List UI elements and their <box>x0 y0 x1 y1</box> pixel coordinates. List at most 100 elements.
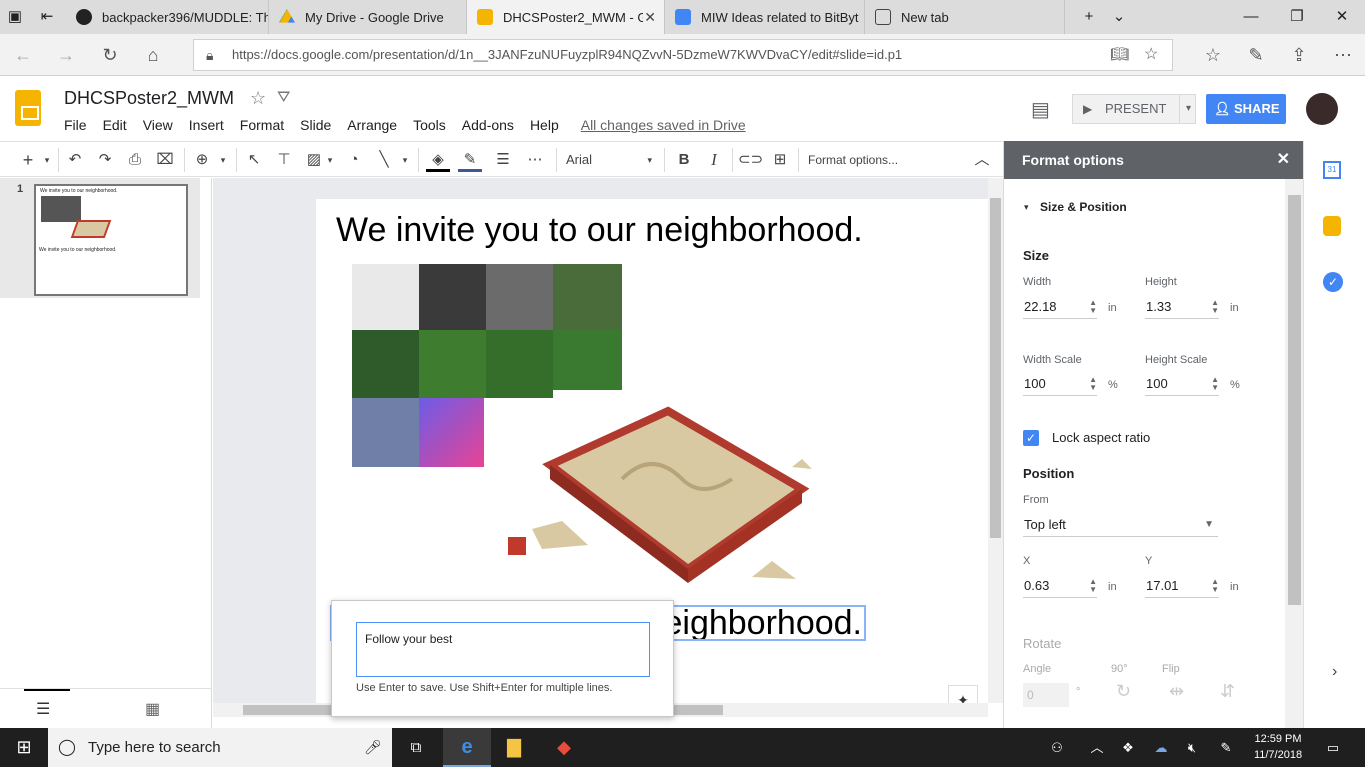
canvas-vertical-scrollbar[interactable] <box>988 178 1003 703</box>
favorites-icon[interactable]: ☆ <box>1200 42 1226 68</box>
collapse-toolbar-chevron-icon[interactable]: ︿ <box>970 148 994 172</box>
explore-icon[interactable]: ✦ <box>948 685 978 703</box>
tab-list-chevron-icon[interactable]: ⌄ <box>1096 0 1142 34</box>
height-scale-stepper-icon[interactable]: ▲ ▼ <box>1211 376 1219 392</box>
width-field[interactable]: 22.18 ▲ ▼ <box>1023 295 1097 319</box>
refresh-icon[interactable]: ↻ <box>97 42 123 68</box>
back-icon[interactable]: ← <box>10 42 36 68</box>
share-browser-icon[interactable]: ⇪ <box>1286 42 1312 68</box>
menu-help[interactable]: Help <box>530 116 575 134</box>
height-field[interactable]: 1.33 ▲ ▼ <box>1145 295 1219 319</box>
flip-horizontal-icon[interactable]: ⇹ <box>1169 681 1184 702</box>
volume-icon[interactable]: 🔇︎ <box>1182 728 1202 767</box>
text-box-icon[interactable]: ⊤ <box>272 148 296 172</box>
tab-actions-icon[interactable]: ▣ <box>0 0 30 34</box>
new-slide-layout-dropdown-icon[interactable]: ▾ <box>40 148 54 172</box>
x-field[interactable]: 0.63 ▲ ▼ <box>1023 574 1097 598</box>
tab-github[interactable]: backpacker396/MUDDLE: Th <box>66 0 269 34</box>
slide-thumbnail[interactable]: We invite you to our neighborhood. We in… <box>34 184 188 296</box>
sandbox-image[interactable] <box>502 399 818 587</box>
border-color-icon[interactable]: ✎ <box>458 148 482 172</box>
angle-field[interactable]: 0 <box>1023 683 1069 707</box>
show-hidden-icons-icon[interactable]: ︿ <box>1087 728 1107 767</box>
comments-icon[interactable]: ▤ <box>1031 97 1050 122</box>
home-icon[interactable]: ⌂ <box>140 42 166 68</box>
close-window-icon[interactable]: ✕ <box>1319 0 1365 34</box>
menu-tools[interactable]: Tools <box>413 116 462 134</box>
menu-arrange[interactable]: Arrange <box>347 116 413 134</box>
close-panel-icon[interactable]: ✕ <box>1277 141 1290 179</box>
line-icon[interactable]: ╲ <box>372 148 396 172</box>
present-dropdown-icon[interactable]: ▾ <box>1179 95 1191 123</box>
expand-side-panel-icon[interactable]: › <box>1332 663 1337 681</box>
minimize-icon[interactable]: — <box>1228 0 1274 34</box>
move-to-drive-icon[interactable]: ⛛ <box>277 89 290 107</box>
height-stepper-icon[interactable]: ▲ ▼ <box>1211 299 1219 315</box>
shape-icon[interactable]: ◔ <box>342 148 366 172</box>
menu-view[interactable]: View <box>143 116 189 134</box>
section-collapse-icon[interactable]: ▾ <box>1024 202 1029 213</box>
rotate-90-icon[interactable]: ↻ <box>1116 681 1131 702</box>
redo-icon[interactable]: ↷ <box>93 148 117 172</box>
tab-drive[interactable]: My Drive - Google Drive <box>269 0 467 34</box>
windows-start-icon[interactable]: ⊞ <box>10 728 38 767</box>
tab-newtab[interactable]: New tab <box>865 0 1065 34</box>
reading-view-icon[interactable]: 📖︎ <box>1110 40 1129 70</box>
favorite-star-icon[interactable]: ☆ <box>1144 40 1158 70</box>
taskbar-search[interactable]: ◯ Type here to search 🎤︎ <box>48 728 392 767</box>
add-comment-icon[interactable]: ⊞ <box>768 148 792 172</box>
document-title[interactable]: DHCSPoster2_MWM <box>64 88 234 109</box>
web-note-icon[interactable]: ✎ <box>1243 42 1269 68</box>
y-field[interactable]: 17.01 ▲ ▼ <box>1145 574 1219 598</box>
new-slide-plus-icon[interactable]: + <box>18 148 38 172</box>
dropbox-icon[interactable]: ❖ <box>1118 728 1138 767</box>
menu-insert[interactable]: Insert <box>189 116 240 134</box>
lock-aspect-checkbox[interactable]: ✓ <box>1023 430 1039 446</box>
print-icon[interactable]: ⎙ <box>123 148 147 172</box>
fill-color-icon[interactable]: ◈ <box>426 148 450 172</box>
image-dropdown-icon[interactable]: ▾ <box>324 148 336 172</box>
line-dropdown-icon[interactable]: ▾ <box>398 148 412 172</box>
size-position-section[interactable]: Size & Position <box>1040 200 1127 214</box>
task-view-icon[interactable]: ⧉ <box>404 728 428 767</box>
link-icon[interactable]: ⊂⊃ <box>738 148 763 172</box>
bold-icon[interactable]: B <box>672 148 696 172</box>
filmstrip-view-icon[interactable]: ☰ <box>36 699 50 719</box>
select-cursor-icon[interactable]: ↖ <box>242 148 266 172</box>
x-stepper-icon[interactable]: ▲ ▼ <box>1089 578 1097 594</box>
microphone-icon[interactable]: 🎤︎ <box>364 728 382 767</box>
y-stepper-icon[interactable]: ▲ ▼ <box>1211 578 1219 594</box>
slides-logo-icon[interactable] <box>15 90 41 126</box>
image-icon[interactable]: ▨ <box>302 148 326 172</box>
flip-vertical-icon[interactable]: ⇵ <box>1220 681 1235 702</box>
from-select[interactable]: Top left ▼ <box>1023 513 1218 537</box>
taskbar-clock[interactable]: 12:59 PM 11/7/2018 <box>1248 731 1308 763</box>
restore-icon[interactable]: ❐ <box>1274 0 1320 34</box>
keep-icon[interactable] <box>1323 216 1341 236</box>
width-stepper-icon[interactable]: ▲ ▼ <box>1089 299 1097 315</box>
file-explorer-icon[interactable]: ▇ <box>502 728 526 767</box>
calendar-icon[interactable]: 31 <box>1323 161 1341 179</box>
tab-slides-active[interactable]: DHCSPoster2_MWM - G ✕ <box>467 0 665 34</box>
zoom-icon[interactable]: ⊕ <box>190 148 214 172</box>
paint-format-icon[interactable]: ⌧ <box>153 148 177 172</box>
forward-icon[interactable]: → <box>53 42 79 68</box>
border-dash-icon[interactable]: ⋯ <box>523 148 547 172</box>
panel-scrollbar[interactable] <box>1285 179 1304 728</box>
border-weight-icon[interactable]: ☰ <box>491 148 515 172</box>
menu-format[interactable]: Format <box>240 116 300 134</box>
alt-text-input[interactable]: Follow your best <box>356 622 650 677</box>
close-tab-icon[interactable]: ✕ <box>644 9 656 26</box>
tab-docs[interactable]: MIW Ideas related to BitByt <box>665 0 865 34</box>
app-diamond-icon[interactable]: ◆ <box>552 728 576 767</box>
edge-taskbar-button[interactable]: e <box>443 728 491 767</box>
present-button[interactable]: ▶ PRESENT ▾ <box>1072 94 1196 124</box>
more-icon[interactable]: ⋯ <box>1330 42 1356 68</box>
url-field[interactable]: 🔒︎ https://docs.google.com/presentation/… <box>193 39 1173 71</box>
pen-workspace-icon[interactable]: ✎ <box>1216 728 1236 767</box>
share-button[interactable]: 👤︎ SHARE <box>1206 94 1286 124</box>
menu-edit[interactable]: Edit <box>103 116 143 134</box>
tasks-icon[interactable]: ✓ <box>1323 272 1343 292</box>
menu-slide[interactable]: Slide <box>300 116 347 134</box>
notifications-icon[interactable]: ▭ <box>1322 728 1344 767</box>
